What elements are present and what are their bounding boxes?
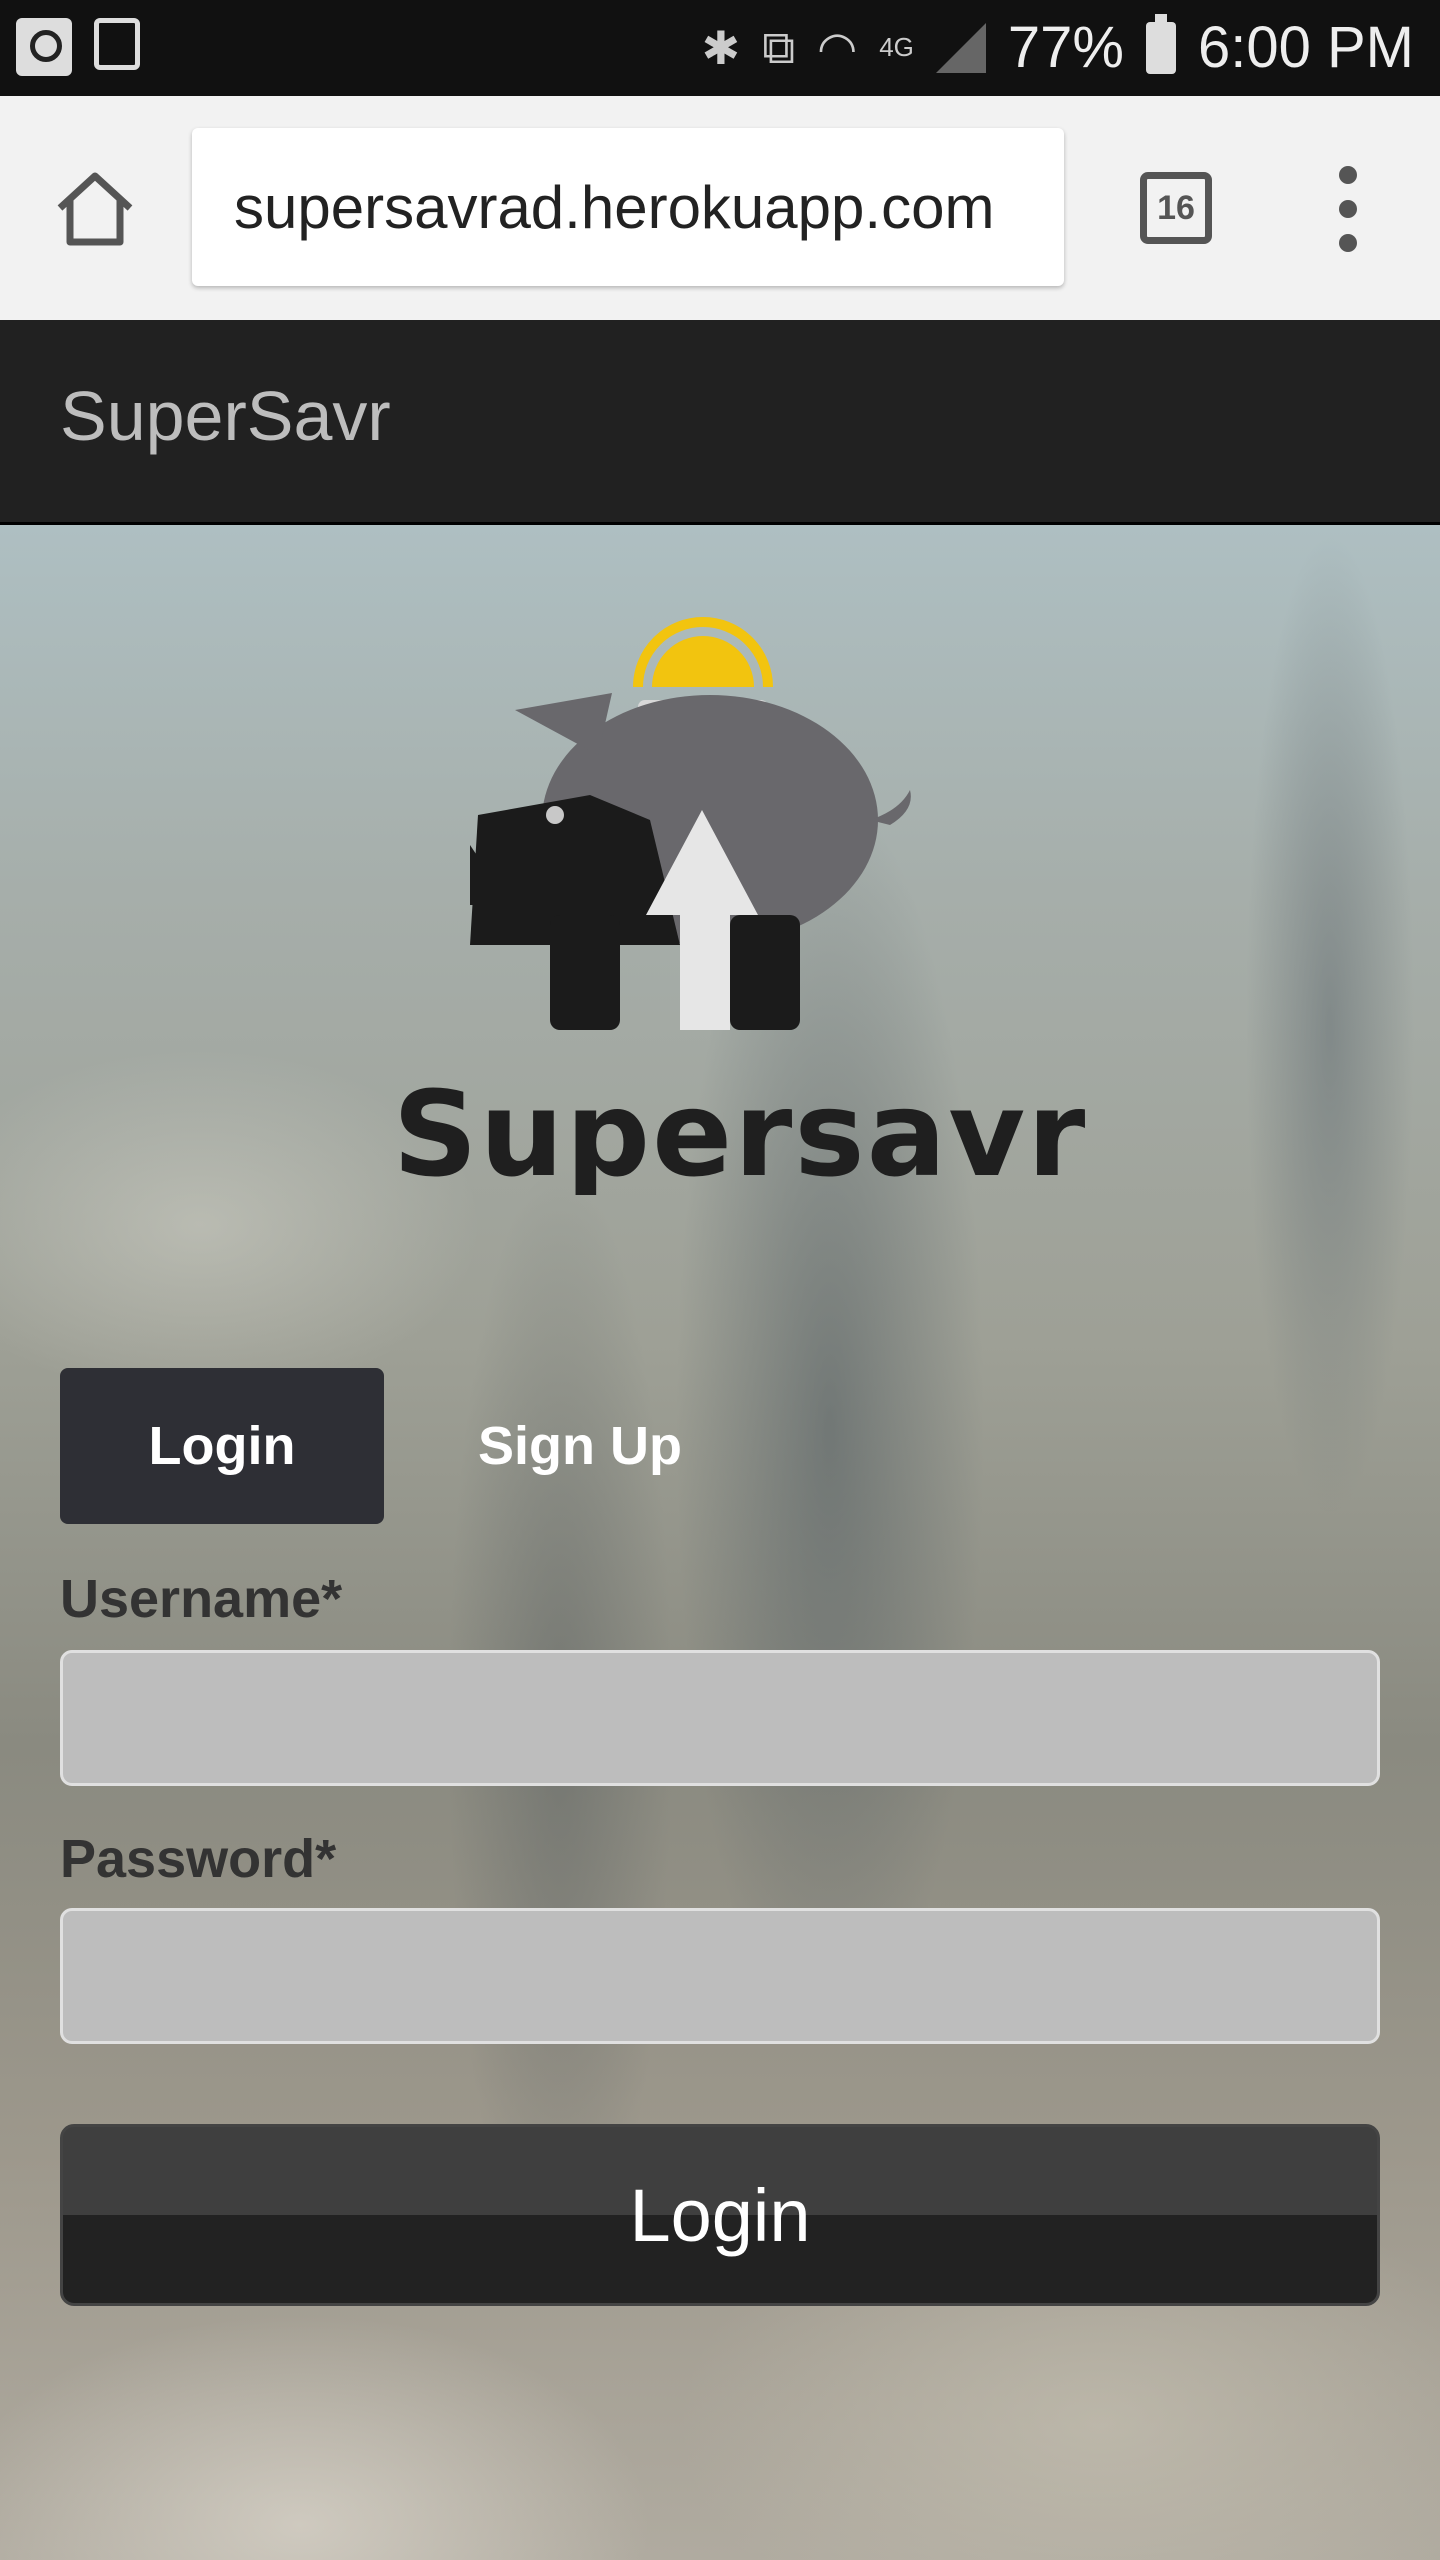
tab-login[interactable]: Login: [60, 1368, 384, 1524]
tab-switcher-button[interactable]: 16: [1140, 172, 1212, 244]
battery-percent: 77%: [1007, 15, 1124, 80]
network-4g-icon: 4G: [879, 32, 914, 62]
system-icons: ✱ ⧉ ◠ 4G 77% 6:00 PM: [701, 13, 1414, 81]
url-bar[interactable]: supersavrad.herokuapp.com: [192, 128, 1064, 286]
password-label: Password*: [60, 1829, 337, 1889]
battery-icon: [1146, 13, 1176, 74]
username-label: Username*: [60, 1569, 343, 1629]
app-header: SuperSavr: [0, 320, 1440, 525]
wifi-icon: ◠: [817, 21, 858, 74]
login-button[interactable]: Login: [60, 2124, 1380, 2306]
supersavr-logo: Supersavr: [393, 617, 1088, 1195]
logo-wordmark: Supersavr: [393, 1065, 1088, 1195]
vibrate-icon: ⧉: [762, 20, 796, 73]
password-input[interactable]: [60, 1908, 1380, 2044]
status-bar: ✱ ⧉ ◠ 4G 77% 6:00 PM: [0, 0, 1440, 96]
tab-count: 16: [1157, 188, 1195, 227]
tab-signup[interactable]: Sign Up: [430, 1368, 730, 1524]
clock: 6:00 PM: [1198, 15, 1414, 80]
bluetooth-icon: ✱: [701, 21, 741, 74]
browser-toolbar: supersavrad.herokuapp.com 16: [0, 96, 1440, 320]
username-input[interactable]: [60, 1650, 1380, 1786]
pushbullet-icon: [16, 18, 72, 76]
app-title[interactable]: SuperSavr: [60, 376, 391, 456]
notification-icons: [16, 18, 140, 76]
signal-icon: [935, 22, 986, 73]
overflow-menu-icon[interactable]: [1320, 166, 1376, 252]
home-icon[interactable]: [52, 166, 138, 252]
url-text: supersavrad.herokuapp.com: [234, 173, 995, 241]
screen-sync-icon: [94, 18, 140, 70]
